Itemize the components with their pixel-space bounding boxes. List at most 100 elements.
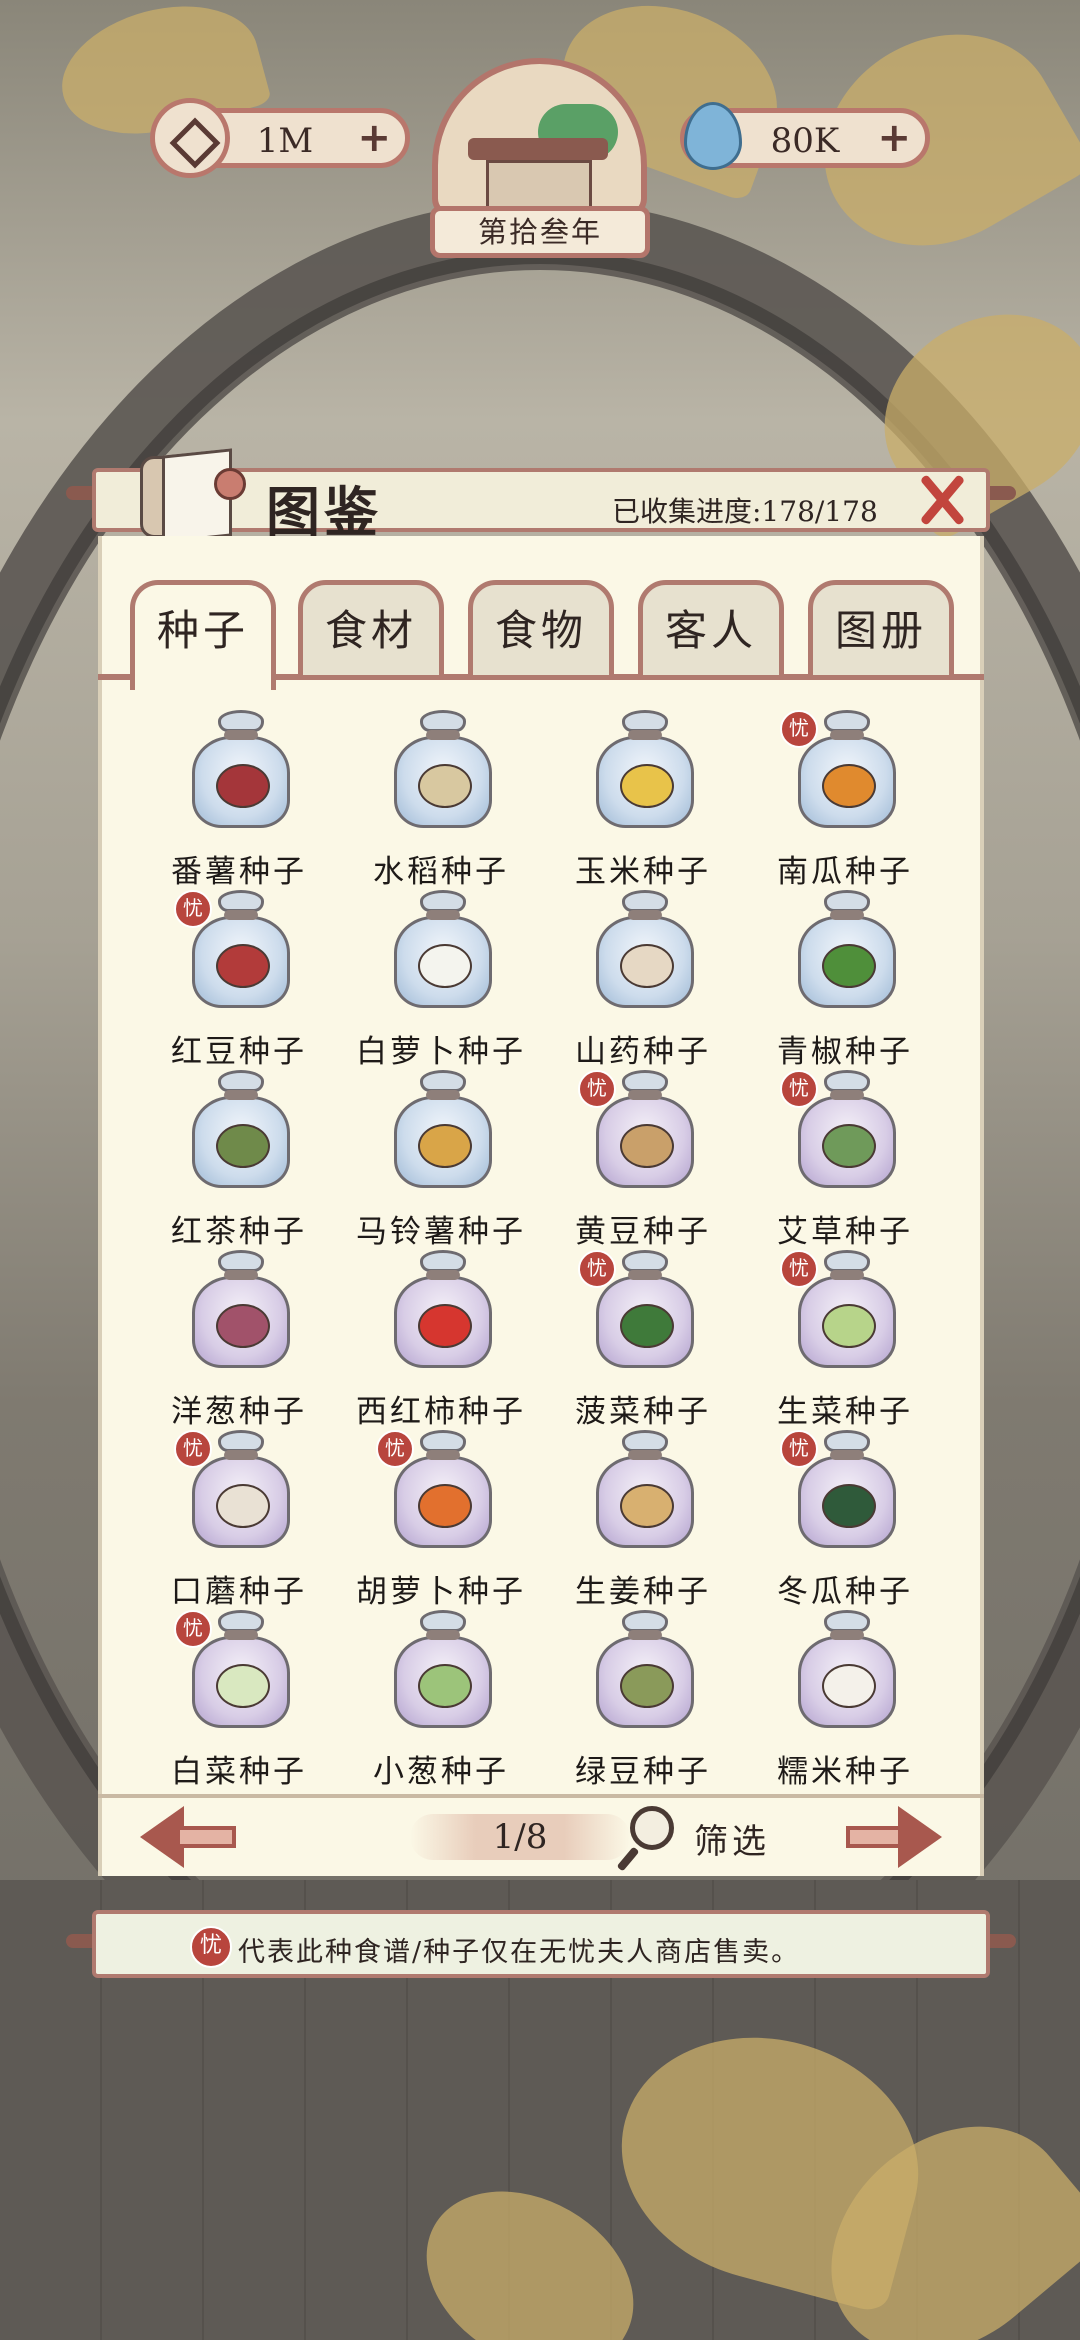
seed-name: 绿豆种子 bbox=[575, 1754, 711, 1790]
seed-item[interactable]: 番薯种子 bbox=[144, 710, 334, 890]
seed-name: 红豆种子 bbox=[171, 1034, 307, 1070]
seed-item[interactable]: 忧红豆种子 bbox=[144, 890, 334, 1070]
seed-item[interactable]: 山药种子 bbox=[548, 890, 738, 1070]
seed-bag-icon bbox=[188, 1250, 294, 1370]
seed-item[interactable]: 玉米种子 bbox=[548, 710, 738, 890]
seed-item[interactable]: 洋葱种子 bbox=[144, 1250, 334, 1430]
worry-badge-icon: 忧 bbox=[578, 1250, 616, 1288]
seed-bag-icon bbox=[592, 1430, 698, 1550]
seed-name: 小葱种子 bbox=[373, 1754, 509, 1790]
seed-name: 青椒种子 bbox=[777, 1034, 913, 1070]
seed-bag-icon bbox=[592, 890, 698, 1010]
vegetable-icon bbox=[418, 764, 472, 808]
vegetable-icon bbox=[620, 944, 674, 988]
seed-name: 胡萝卜种子 bbox=[356, 1574, 526, 1610]
worry-badge-icon: 忧 bbox=[780, 1250, 818, 1288]
close-icon[interactable] bbox=[910, 468, 974, 532]
seed-name: 生姜种子 bbox=[575, 1574, 711, 1610]
seed-item[interactable]: 忧黄豆种子 bbox=[548, 1070, 738, 1250]
seed-item[interactable]: 西红柿种子 bbox=[346, 1250, 536, 1430]
seed-bag-icon bbox=[592, 710, 698, 830]
seed-bag-icon bbox=[390, 1250, 496, 1370]
seed-name: 糯米种子 bbox=[777, 1754, 913, 1790]
vegetable-icon bbox=[822, 764, 876, 808]
seed-bag-icon bbox=[390, 890, 496, 1010]
seed-name: 口蘑种子 bbox=[171, 1574, 307, 1610]
vegetable-icon bbox=[822, 1124, 876, 1168]
roof-icon bbox=[468, 138, 608, 160]
worry-badge-icon: 忧 bbox=[190, 1926, 232, 1968]
seed-item[interactable]: 白萝卜种子 bbox=[346, 890, 536, 1070]
seed-item[interactable]: 忧菠菜种子 bbox=[548, 1250, 738, 1430]
tab-food[interactable]: 食物 bbox=[468, 580, 614, 680]
tab-guests[interactable]: 客人 bbox=[638, 580, 784, 680]
vegetable-icon bbox=[216, 1664, 270, 1708]
seed-item[interactable]: 忧生菜种子 bbox=[750, 1250, 940, 1430]
vegetable-icon bbox=[216, 1124, 270, 1168]
filter-button[interactable]: 筛选 bbox=[694, 1814, 770, 1863]
seed-name: 玉米种子 bbox=[575, 854, 711, 890]
seed-name: 冬瓜种子 bbox=[777, 1574, 913, 1610]
worry-badge-icon: 忧 bbox=[780, 710, 818, 748]
seed-bag-icon bbox=[188, 710, 294, 830]
vegetable-icon bbox=[822, 1304, 876, 1348]
seed-name: 山药种子 bbox=[575, 1034, 711, 1070]
seed-bag-icon bbox=[188, 1070, 294, 1190]
seed-item[interactable]: 忧胡萝卜种子 bbox=[346, 1430, 536, 1610]
seed-name: 西红柿种子 bbox=[356, 1394, 526, 1430]
prev-page-arrow-icon[interactable] bbox=[140, 1806, 240, 1868]
tab-seeds[interactable]: 种子 bbox=[130, 580, 276, 690]
vegetable-icon bbox=[216, 1484, 270, 1528]
page-indicator: 1/8 bbox=[410, 1814, 630, 1860]
seed-name: 黄豆种子 bbox=[575, 1214, 711, 1250]
add-coin-button[interactable]: + bbox=[357, 118, 391, 158]
seed-item[interactable]: 忧艾草种子 bbox=[750, 1070, 940, 1250]
vegetable-icon bbox=[418, 1124, 472, 1168]
seed-item[interactable]: 忧南瓜种子 bbox=[750, 710, 940, 890]
water-drop-icon bbox=[670, 92, 750, 180]
tab-album[interactable]: 图册 bbox=[808, 580, 954, 680]
seed-name: 南瓜种子 bbox=[777, 854, 913, 890]
seed-item[interactable]: 马铃薯种子 bbox=[346, 1070, 536, 1250]
seed-item[interactable]: 忧白菜种子 bbox=[144, 1610, 334, 1790]
scroll-icon bbox=[128, 446, 246, 544]
seed-item[interactable]: 忧冬瓜种子 bbox=[750, 1430, 940, 1610]
seed-item[interactable]: 水稻种子 bbox=[346, 710, 536, 890]
seed-bag-icon bbox=[390, 710, 496, 830]
seed-name: 菠菜种子 bbox=[575, 1394, 711, 1430]
seed-name: 马铃薯种子 bbox=[356, 1214, 526, 1250]
seed-bag-icon bbox=[794, 890, 900, 1010]
seed-name: 白菜种子 bbox=[171, 1754, 307, 1790]
vegetable-icon bbox=[418, 1484, 472, 1528]
vegetable-icon bbox=[216, 1304, 270, 1348]
vegetable-icon bbox=[620, 1664, 674, 1708]
next-page-arrow-icon[interactable] bbox=[842, 1806, 942, 1868]
seed-item[interactable]: 生姜种子 bbox=[548, 1430, 738, 1610]
vegetable-icon bbox=[620, 1124, 674, 1168]
seed-item[interactable]: 忧口蘑种子 bbox=[144, 1430, 334, 1610]
seed-bag-icon bbox=[794, 1610, 900, 1730]
seed-item[interactable]: 糯米种子 bbox=[750, 1610, 940, 1790]
seed-item[interactable]: 小葱种子 bbox=[346, 1610, 536, 1790]
vegetable-icon bbox=[620, 764, 674, 808]
vegetable-icon bbox=[418, 1304, 472, 1348]
seed-bag-icon bbox=[390, 1070, 496, 1190]
magnifier-icon[interactable] bbox=[630, 1806, 674, 1850]
vegetable-icon bbox=[216, 764, 270, 808]
vegetable-icon bbox=[418, 944, 472, 988]
seed-item[interactable]: 红茶种子 bbox=[144, 1070, 334, 1250]
add-jade-button[interactable]: + bbox=[877, 118, 911, 158]
worry-badge-icon: 忧 bbox=[780, 1070, 818, 1108]
pager-divider bbox=[98, 1794, 984, 1798]
vegetable-icon bbox=[418, 1664, 472, 1708]
vegetable-icon bbox=[822, 944, 876, 988]
seed-bag-icon bbox=[390, 1610, 496, 1730]
worry-badge-icon: 忧 bbox=[174, 1430, 212, 1468]
seed-name: 水稻种子 bbox=[373, 854, 509, 890]
worry-badge-icon: 忧 bbox=[780, 1430, 818, 1468]
tab-ingredients[interactable]: 食材 bbox=[298, 580, 444, 680]
worry-badge-icon: 忧 bbox=[174, 890, 212, 928]
seed-item[interactable]: 青椒种子 bbox=[750, 890, 940, 1070]
seed-item[interactable]: 绿豆种子 bbox=[548, 1610, 738, 1790]
collection-progress: 已收集进度:178/178 bbox=[612, 495, 878, 528]
